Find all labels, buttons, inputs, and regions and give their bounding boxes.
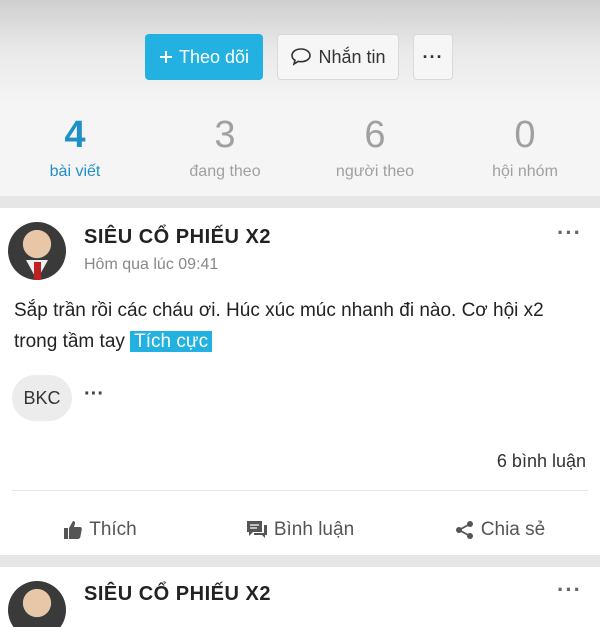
section-divider [0, 555, 600, 567]
stat-value: 0 [514, 114, 536, 156]
comment-button[interactable]: Bình luận [200, 505, 400, 555]
message-label: Nhắn tin [318, 46, 386, 67]
post-time: Hôm qua lúc 09:41 [84, 256, 219, 273]
profile-header: Theo dõi Nhắn tin ··· [0, 0, 600, 100]
ticker-chip[interactable]: BKC [12, 375, 72, 421]
stat-following[interactable]: 3 đang theo [150, 100, 300, 196]
post-more-button[interactable]: ··· [557, 577, 582, 603]
sentiment-tag[interactable]: Tích cực [130, 331, 213, 352]
stat-value: 6 [364, 114, 386, 156]
follow-button[interactable]: Theo dõi [145, 34, 263, 80]
comment-icon [246, 520, 268, 540]
follow-label: Theo dõi [178, 46, 250, 67]
share-icon [455, 520, 475, 540]
avatar-tie [34, 262, 41, 280]
post-text: Sắp trần rồi các cháu ơi. Húc xúc múc nh… [14, 300, 544, 352]
comments-count[interactable]: 6 bình luận [497, 451, 586, 472]
post-card: SIÊU CỔ PHIẾU X2 Hôm qua lúc 09:41 ··· S… [0, 208, 600, 555]
stat-followers[interactable]: 6 người theo [300, 100, 450, 196]
stat-label: bài viết [49, 163, 101, 180]
message-button[interactable]: Nhắn tin [277, 34, 399, 80]
comment-label: Bình luận [273, 519, 355, 540]
chat-bubble-icon [290, 47, 312, 67]
post-action-bar: Thích Bình luận Chia sẻ [0, 505, 600, 555]
stat-label: hội nhóm [492, 163, 558, 180]
stat-groups[interactable]: 0 hội nhóm [450, 100, 600, 196]
stat-posts[interactable]: 4 bài viết [0, 100, 150, 196]
stat-value: 4 [64, 114, 86, 156]
stat-label: đang theo [189, 163, 261, 180]
avatar[interactable] [8, 222, 66, 280]
section-divider [0, 196, 600, 208]
share-label: Chia sẻ [480, 519, 546, 540]
stat-value: 3 [214, 114, 236, 156]
post-author[interactable]: SIÊU CỔ PHIẾU X2 [84, 583, 271, 606]
thumbs-up-icon [63, 520, 83, 540]
post-divider [12, 490, 588, 491]
plus-icon [159, 50, 173, 64]
like-label: Thích [89, 519, 137, 540]
profile-stats: 4 bài viết 3 đang theo 6 người theo 0 hộ… [0, 100, 600, 196]
profile-actions: Theo dõi Nhắn tin ··· [145, 34, 453, 80]
post-content: Sắp trần rồi các cháu ơi. Húc xúc múc nh… [14, 295, 584, 357]
avatar[interactable] [8, 581, 66, 627]
more-dots-icon: ··· [422, 46, 444, 67]
like-button[interactable]: Thích [0, 505, 200, 555]
share-button[interactable]: Chia sẻ [400, 505, 600, 555]
post-card: SIÊU CỔ PHIẾU X2 ··· [0, 567, 600, 627]
stat-label: người theo [335, 163, 415, 180]
more-options-button[interactable]: ··· [413, 34, 453, 80]
post-author[interactable]: SIÊU CỔ PHIẾU X2 [84, 226, 271, 249]
post-more-button[interactable]: ··· [557, 220, 582, 246]
ticker-more-button[interactable]: ··· [84, 383, 104, 406]
